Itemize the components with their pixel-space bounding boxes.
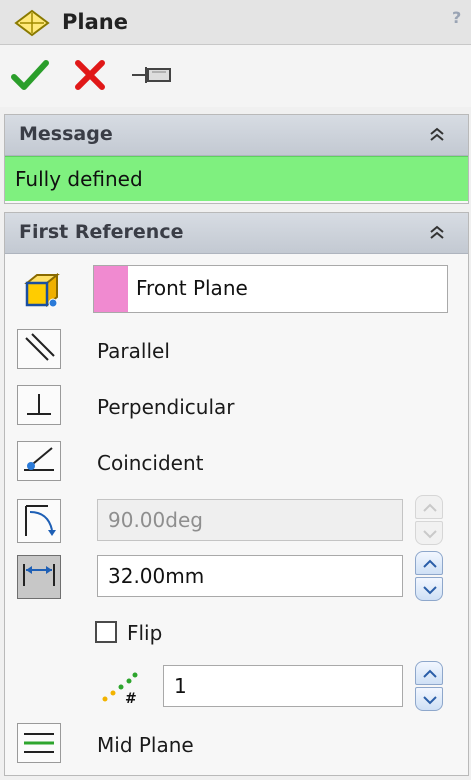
mid-plane-row: Mid Plane [5,719,468,767]
angle-icon [25,505,56,536]
flip-row: Flip [5,611,468,655]
chevron-down-icon [423,586,437,595]
mid-plane-label: Mid Plane [97,733,194,757]
action-bar [0,45,471,107]
distance-icon [23,564,55,586]
pin-button[interactable] [128,57,171,93]
distance-increment-button[interactable] [415,551,443,575]
plane-icon [14,9,50,37]
chevron-up-icon [423,669,437,678]
coincident-label: Coincident [97,451,204,475]
message-status-area: Fully defined [5,156,468,201]
instances-increment-button[interactable] [415,661,443,685]
selection-color-swatch [94,266,128,312]
angle-input[interactable]: 90.00deg [97,499,403,541]
pushpin-icon [132,67,171,83]
reference-selection-box[interactable]: Front Plane [93,265,448,313]
instances-icon: # [102,672,138,705]
instances-row: # 1 [5,661,468,715]
message-panel-header[interactable]: Message [5,115,468,156]
ok-button[interactable] [10,57,50,93]
angle-button[interactable] [17,499,61,543]
collapse-icon[interactable] [428,125,446,143]
help-icon[interactable]: ? [452,8,461,27]
perpendicular-button[interactable] [17,385,61,425]
angle-decrement-button[interactable] [415,521,443,545]
parallel-icon [25,333,55,361]
chevron-up-icon [423,503,437,512]
reference-selection-row: Front Plane [5,261,468,317]
message-panel-title: Message [19,123,113,145]
chevron-up-icon [423,559,437,568]
coincident-row: Coincident [5,437,468,485]
mid-plane-icon [24,733,54,753]
status-message: Fully defined [15,167,143,191]
chevron-down-icon [423,696,437,705]
distance-spinner[interactable] [415,551,443,601]
distance-row: 32.00mm [5,551,468,605]
angle-row: 90.00deg [5,495,468,549]
close-icon [75,60,105,90]
face-selection-icon [24,272,60,308]
perpendicular-icon [27,394,51,415]
window-title: Plane [62,10,128,34]
coincident-icon [24,447,54,471]
parallel-button[interactable] [17,329,61,369]
distance-input[interactable]: 32.00mm [97,555,403,597]
property-manager-titlebar: Plane ? [0,0,471,45]
instances-spinner[interactable] [415,661,443,711]
first-reference-title: First Reference [19,221,184,243]
perpendicular-row: Perpendicular [5,381,468,429]
coincident-button[interactable] [17,441,61,481]
collapse-icon[interactable] [428,223,446,241]
distance-button[interactable] [17,555,61,599]
check-icon [11,60,49,90]
instances-input[interactable]: 1 [163,665,403,707]
angle-increment-button[interactable] [415,495,443,519]
svg-text:#: # [125,691,137,705]
instances-decrement-button[interactable] [415,687,443,711]
perpendicular-label: Perpendicular [97,395,235,419]
message-panel: Message Fully defined [4,114,469,204]
angle-spinner[interactable] [415,495,443,545]
distance-decrement-button[interactable] [415,577,443,601]
selected-reference: Front Plane [136,276,248,300]
parallel-label: Parallel [97,339,170,363]
first-reference-panel: First Reference Front Plane Parallel Per… [4,212,469,776]
flip-checkbox[interactable] [95,621,117,643]
parallel-row: Parallel [5,325,468,373]
mid-plane-button[interactable] [17,723,61,763]
cancel-button[interactable] [70,57,110,93]
chevron-down-icon [423,530,437,539]
first-reference-header[interactable]: First Reference [5,213,468,254]
flip-label: Flip [127,621,163,645]
